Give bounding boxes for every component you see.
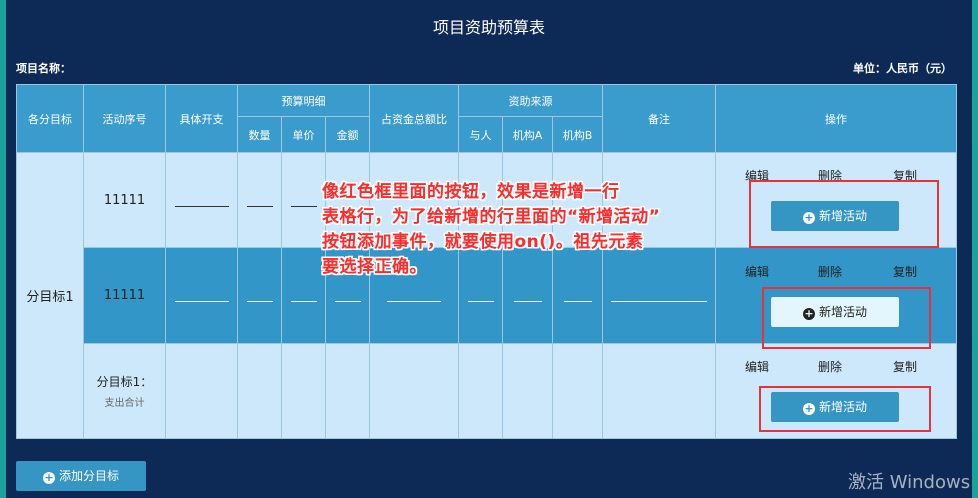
annotation-line: 像红色框里面的按钮，效果是新增一行 [322, 182, 620, 202]
header-amount: 金额 [325, 116, 370, 153]
expense-field[interactable] [165, 247, 238, 344]
annotation-line: 表格行，为了给新增的行里面的“新增活动” [322, 207, 661, 227]
edit-button[interactable]: 编辑 [745, 263, 769, 280]
unit-price-field[interactable] [281, 247, 326, 344]
highlight-box [759, 386, 931, 432]
header-remark: 备注 [602, 84, 716, 153]
sub-goal-cell: 分目标1 [16, 152, 84, 439]
expense-field[interactable] [165, 152, 238, 248]
activity-no-cell: 11111 [83, 247, 166, 344]
header-ops: 操作 [715, 84, 957, 153]
plus-circle-icon: + [42, 471, 55, 484]
windows-activation-watermark: 激活 Windows [848, 472, 971, 493]
add-sub-goal-button[interactable]: + 添加分目标 [16, 461, 146, 491]
add-sub-goal-label: 添加分目标 [58, 469, 119, 483]
header-unit-price: 单价 [281, 116, 326, 153]
header-self: 与人 [458, 116, 503, 153]
summary-cell: 分目标1： 支出合计 [83, 343, 166, 439]
header-org-b: 机构B [552, 116, 603, 153]
header-expense: 具体开支 [165, 84, 238, 153]
header-funding-source: 资助来源 [458, 84, 603, 117]
qty-field[interactable] [237, 247, 282, 344]
project-name-label: 项目名称： [16, 62, 71, 75]
unit-label: 单位：人民币（元） [853, 62, 952, 75]
copy-button[interactable]: 复制 [893, 263, 917, 280]
summary-sublabel: 支出合计 [104, 398, 145, 409]
annotation-line: 按钮添加事件，就要使用on()。祖先元素 [322, 232, 644, 252]
header-org-a: 机构A [502, 116, 553, 153]
summary-label: 分目标1： [96, 375, 153, 389]
highlight-box [762, 287, 931, 349]
annotation-text: 像红色框里面的按钮，效果是新增一行 表格行，为了给新增的行里面的“新增活动” 按… [322, 180, 660, 280]
qty-field[interactable] [237, 152, 282, 248]
copy-button[interactable]: 复制 [893, 358, 917, 375]
header-ratio: 占资金总额比 [369, 84, 459, 153]
header-activity-no: 活动序号 [83, 84, 166, 153]
header-sub-goal: 各分目标 [16, 84, 84, 153]
highlight-box [749, 180, 939, 248]
header-budget-detail: 预算明细 [237, 84, 370, 117]
page-title: 项目资助预算表 [432, 18, 545, 37]
header-qty: 数量 [237, 116, 282, 153]
delete-button[interactable]: 删除 [818, 358, 842, 375]
annotation-line: 要选择正确。 [322, 257, 427, 277]
edit-button[interactable]: 编辑 [745, 358, 769, 375]
unit-price-field[interactable] [281, 152, 326, 248]
delete-button[interactable]: 删除 [818, 263, 842, 280]
left-edge-strip [0, 0, 6, 498]
activity-no-cell: 11111 [83, 152, 166, 248]
right-edge-strip [972, 0, 978, 498]
